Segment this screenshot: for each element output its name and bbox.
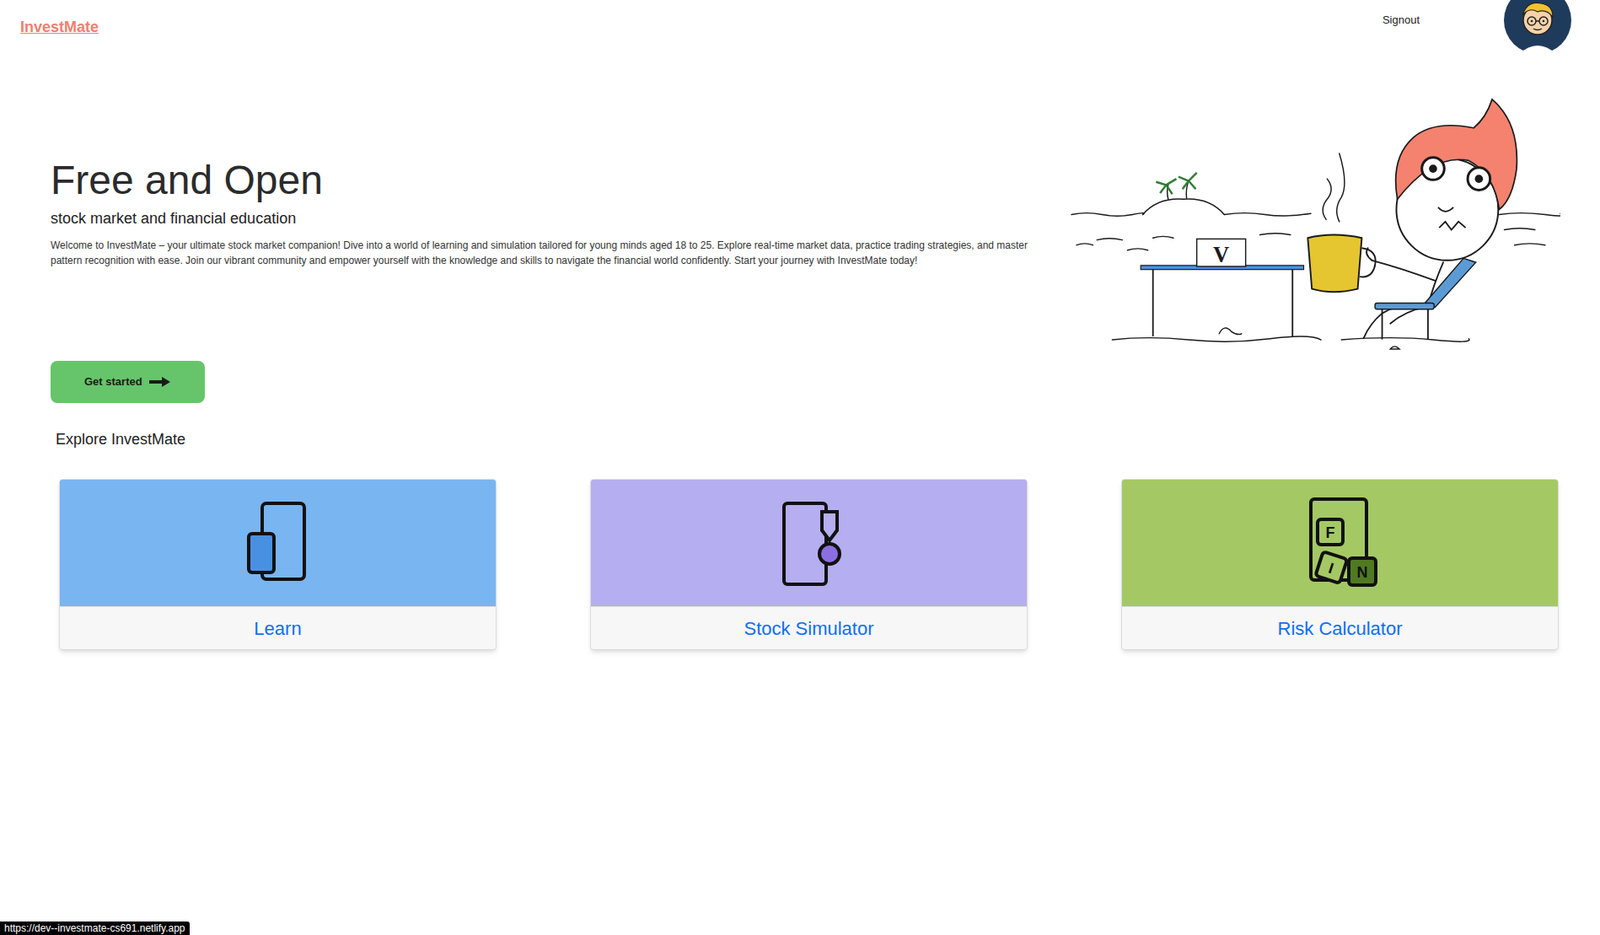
explore-card[interactable]: FI N Risk Calculator [1121, 478, 1559, 650]
explore-cards: Learn Stock Simulator FI N Risk Calculator [59, 478, 1559, 650]
hero-title: Free and Open [50, 155, 1057, 205]
tablets-icon [231, 496, 325, 590]
card-label: Risk Calculator [1122, 606, 1558, 650]
link-status-bar: https://dev--investmate-cs691.netlify.ap… [0, 921, 190, 935]
get-started-button[interactable]: Get started [50, 360, 205, 403]
hero-illustration: V [1066, 96, 1561, 353]
signout-button[interactable]: Signout [1382, 11, 1420, 29]
hero: Free and Openstock market and financial … [0, 53, 1600, 403]
arrow-right-icon [149, 375, 172, 388]
svg-text:F: F [1325, 524, 1335, 542]
logo-link[interactable]: InvestMate [20, 16, 99, 39]
svg-text:I: I [1326, 559, 1336, 578]
card-banner [590, 479, 1027, 607]
explore-card[interactable]: Learn [59, 478, 497, 650]
card-banner: FI N [1122, 479, 1558, 607]
svg-text:N: N [1356, 563, 1368, 581]
beach-illustration: V [1066, 96, 1561, 353]
explore-title: Explore InvestMate [0, 428, 1600, 451]
explore-card[interactable]: Stock Simulator [590, 478, 1028, 650]
avatar-icon[interactable] [1503, 0, 1572, 54]
card-label: Stock Simulator [590, 606, 1027, 650]
hero-subtitle: stock market and financial education [50, 207, 1057, 230]
page: InvestMate Signout Free and Openstock mark… [0, 0, 1600, 935]
fin-tiles-icon: FI N [1293, 493, 1387, 592]
card-banner [59, 479, 496, 607]
nav-right: Signout [1382, 0, 1572, 54]
hero-description: Welcome to InvestMate – your ultimate st… [50, 237, 1057, 269]
top-nav: InvestMate Signout [0, 0, 1600, 54]
notebook-hourglass-icon [762, 496, 856, 590]
hero-text: Free and Openstock market and financial … [50, 53, 1067, 403]
laptop-letter: V [1213, 241, 1230, 268]
card-label: Learn [59, 606, 496, 650]
